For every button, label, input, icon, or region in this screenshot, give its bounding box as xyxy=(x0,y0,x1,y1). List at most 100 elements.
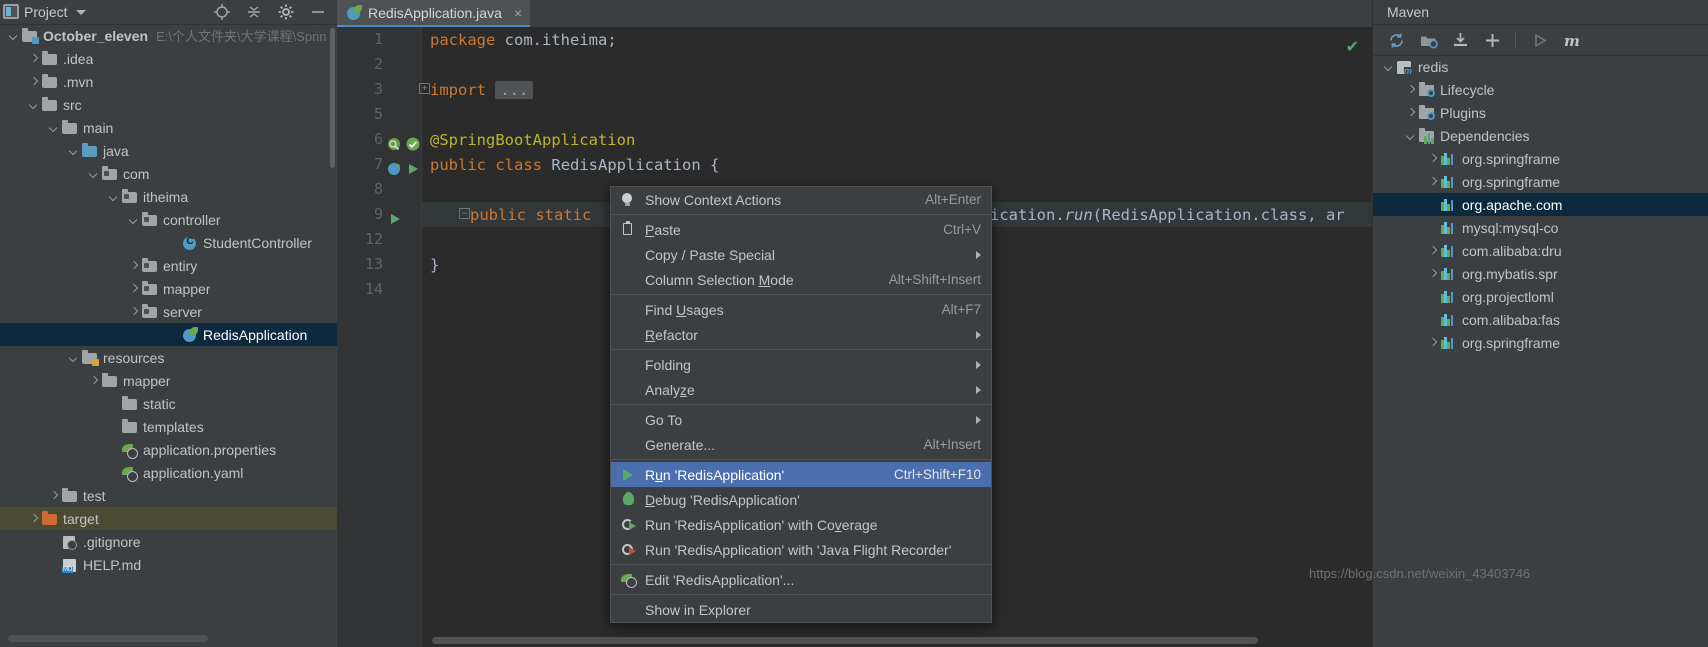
tree-item-mapper[interactable]: mapper xyxy=(0,369,337,392)
menu-item-run-redisapplication-with-coverage[interactable]: Run 'RedisApplication' with Coverage xyxy=(611,512,991,537)
tree-item-gitignore[interactable]: .gitignore xyxy=(0,530,337,553)
chevron-down-icon[interactable] xyxy=(108,190,121,203)
run-icon[interactable] xyxy=(1530,31,1548,49)
run-method-gutter-icon[interactable] xyxy=(387,211,403,227)
tree-item-studentcontroller[interactable]: StudentController xyxy=(0,231,337,254)
import-fold-toggle[interactable]: + xyxy=(419,83,430,94)
tree-item-entiry[interactable]: entiry xyxy=(0,254,337,277)
spring-boot-gutter-icon[interactable] xyxy=(387,161,403,177)
chevron-right-icon[interactable] xyxy=(1427,244,1440,257)
tree-item-server[interactable]: server xyxy=(0,300,337,323)
menu-item-run-redisapplication[interactable]: Run 'RedisApplication'Ctrl+Shift+F10 xyxy=(611,462,991,487)
tree-item-resources[interactable]: resources xyxy=(0,346,337,369)
add-maven-project-icon[interactable] xyxy=(1419,31,1437,49)
tree-item-org-mybatis-spr[interactable]: org.mybatis.spr xyxy=(1373,262,1708,285)
chevron-down-icon[interactable] xyxy=(1405,129,1418,142)
menu-item-run-redisapplication-with-java-flight-recorder[interactable]: Run 'RedisApplication' with 'Java Flight… xyxy=(611,537,991,562)
tree-item-org-springframe[interactable]: org.springframe xyxy=(1373,170,1708,193)
hide-panel-icon[interactable] xyxy=(309,3,327,21)
tree-item-application-yaml[interactable]: application.yaml xyxy=(0,461,337,484)
maven-settings-icon[interactable]: m xyxy=(1562,31,1580,49)
chevron-right-icon[interactable] xyxy=(1427,336,1440,349)
chevron-down-icon[interactable] xyxy=(68,351,81,364)
tree-item-application-properties[interactable]: application.properties xyxy=(0,438,337,461)
download-sources-icon[interactable] xyxy=(1451,31,1469,49)
tree-item-lifecycle[interactable]: Lifecycle xyxy=(1373,78,1708,101)
spring-config-gutter-icon[interactable] xyxy=(405,136,421,152)
tree-item-org-springframe[interactable]: org.springframe xyxy=(1373,331,1708,354)
spring-bean-gutter-icon[interactable] xyxy=(387,136,403,152)
chevron-right-icon[interactable] xyxy=(1427,175,1440,188)
folded-imports[interactable]: ... xyxy=(495,81,533,99)
menu-item-analyze[interactable]: Analyze xyxy=(611,377,991,402)
method-fold-toggle[interactable]: − xyxy=(459,208,470,219)
tree-item-test[interactable]: test xyxy=(0,484,337,507)
project-horizontal-scrollbar[interactable] xyxy=(8,635,208,642)
project-tree[interactable]: October_elevenE:\个人文件夹\大学课程\Sprin.idea.m… xyxy=(0,24,337,647)
tree-item-mapper[interactable]: mapper xyxy=(0,277,337,300)
tree-item-controller[interactable]: controller xyxy=(0,208,337,231)
maven-tree[interactable]: redisLifecyclePluginsDependenciesorg.spr… xyxy=(1373,55,1708,647)
locate-icon[interactable] xyxy=(213,3,231,21)
chevron-right-icon[interactable] xyxy=(1427,152,1440,165)
chevron-down-icon[interactable] xyxy=(68,144,81,157)
tree-item-target[interactable]: target xyxy=(0,507,337,530)
project-vertical-scrollbar[interactable] xyxy=(330,28,335,168)
tree-item-redisapplication[interactable]: RedisApplication xyxy=(0,323,337,346)
tree-item-static[interactable]: static xyxy=(0,392,337,415)
menu-item-column-selection-mode[interactable]: Column Selection ModeAlt+Shift+Insert xyxy=(611,267,991,292)
close-icon[interactable]: × xyxy=(514,5,522,21)
reload-icon[interactable] xyxy=(1387,31,1405,49)
chevron-right-icon[interactable] xyxy=(128,282,141,295)
chevron-right-icon[interactable] xyxy=(1427,267,1440,280)
chevron-right-icon[interactable] xyxy=(28,512,41,525)
tab-redis-application[interactable]: RedisApplication.java × xyxy=(337,0,530,27)
menu-item-copy-paste-special[interactable]: Copy / Paste Special xyxy=(611,242,991,267)
menu-item-folding[interactable]: Folding xyxy=(611,352,991,377)
chevron-down-icon[interactable] xyxy=(88,167,101,180)
menu-item-debug-redisapplication[interactable]: Debug 'RedisApplication' xyxy=(611,487,991,512)
editor-horizontal-scrollbar[interactable] xyxy=(432,637,1258,644)
tree-item-redis[interactable]: redis xyxy=(1373,55,1708,78)
tree-item-java[interactable]: java xyxy=(0,139,337,162)
tree-item-com-alibaba-dru[interactable]: com.alibaba:dru xyxy=(1373,239,1708,262)
tree-item-idea[interactable]: .idea xyxy=(0,47,337,70)
tree-item-org-projectloml[interactable]: org.projectloml xyxy=(1373,285,1708,308)
menu-item-refactor[interactable]: Refactor xyxy=(611,322,991,347)
chevron-down-icon[interactable] xyxy=(8,29,21,42)
chevron-right-icon[interactable] xyxy=(28,75,41,88)
collapse-all-icon[interactable] xyxy=(245,3,263,21)
run-gutter-icon[interactable] xyxy=(405,161,421,177)
menu-item-show-in-explorer[interactable]: Show in Explorer xyxy=(611,597,991,622)
menu-item-show-context-actions[interactable]: Show Context ActionsAlt+Enter xyxy=(611,187,991,212)
chevron-right-icon[interactable] xyxy=(1405,83,1418,96)
menu-item-find-usages[interactable]: Find UsagesAlt+F7 xyxy=(611,297,991,322)
chevron-right-icon[interactable] xyxy=(88,374,101,387)
tree-item-itheima[interactable]: itheima xyxy=(0,185,337,208)
tree-item-org-apache-com[interactable]: org.apache.com xyxy=(1373,193,1708,216)
menu-item-generate[interactable]: Generate...Alt+Insert xyxy=(611,432,991,457)
tree-item-src[interactable]: src xyxy=(0,93,337,116)
inspection-status-icon[interactable]: ✔ xyxy=(1346,37,1359,57)
chevron-right-icon[interactable] xyxy=(1405,106,1418,119)
gear-icon[interactable] xyxy=(277,3,295,21)
chevron-down-icon[interactable] xyxy=(76,10,86,15)
tree-item-com[interactable]: com xyxy=(0,162,337,185)
menu-item-go-to[interactable]: Go To xyxy=(611,407,991,432)
chevron-down-icon[interactable] xyxy=(48,121,61,134)
tree-item-mvn[interactable]: .mvn xyxy=(0,70,337,93)
tree-item-plugins[interactable]: Plugins xyxy=(1373,101,1708,124)
tree-item-org-springframe[interactable]: org.springframe xyxy=(1373,147,1708,170)
tree-item-com-alibaba-fas[interactable]: com.alibaba:fas xyxy=(1373,308,1708,331)
tree-item-main[interactable]: main xyxy=(0,116,337,139)
tree-item-help-md[interactable]: HELP.md xyxy=(0,553,337,576)
tree-item-dependencies[interactable]: Dependencies xyxy=(1373,124,1708,147)
menu-item-edit-redisapplication[interactable]: Edit 'RedisApplication'... xyxy=(611,567,991,592)
plus-icon[interactable] xyxy=(1483,31,1501,49)
tree-item-october-eleven[interactable]: October_elevenE:\个人文件夹\大学课程\Sprin xyxy=(0,24,337,47)
chevron-down-icon[interactable] xyxy=(128,213,141,226)
chevron-down-icon[interactable] xyxy=(1383,60,1396,73)
tree-item-templates[interactable]: templates xyxy=(0,415,337,438)
menu-item-paste[interactable]: PasteCtrl+V xyxy=(611,217,991,242)
chevron-down-icon[interactable] xyxy=(28,98,41,111)
